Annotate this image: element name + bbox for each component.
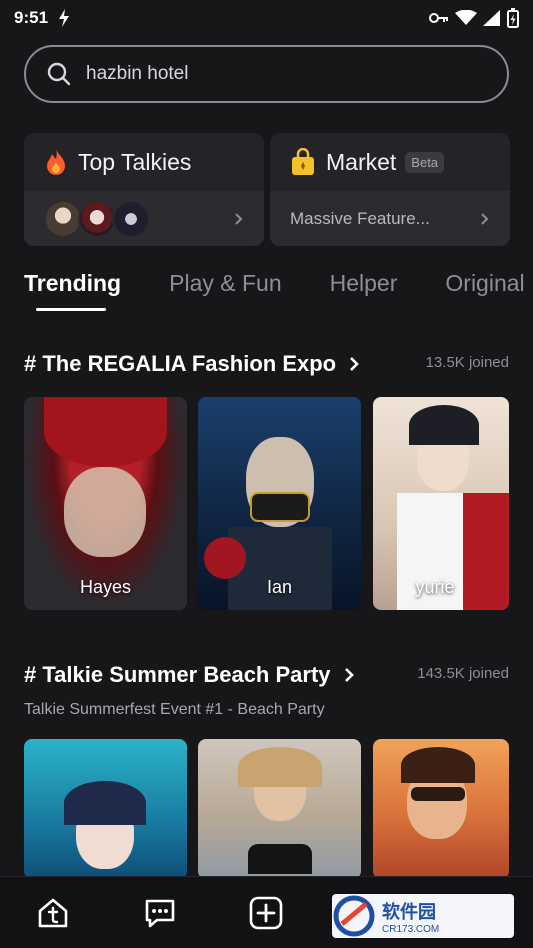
character-face xyxy=(64,467,146,557)
section-subtitle: Talkie Summerfest Event #1 - Beach Party xyxy=(24,701,325,718)
battery-icon xyxy=(507,8,519,28)
tab-trending[interactable]: Trending xyxy=(24,270,121,297)
chat-icon[interactable] xyxy=(142,895,178,931)
status-time: 9:51 xyxy=(14,8,49,27)
tab-helper[interactable]: Helper xyxy=(330,270,398,297)
chevron-right-icon xyxy=(350,357,359,371)
create-icon[interactable] xyxy=(248,895,284,931)
section-title-text: # Talkie Summer Beach Party xyxy=(24,662,331,687)
wifi-icon xyxy=(455,10,477,25)
character-hair xyxy=(44,397,167,467)
section-title[interactable]: # The REGALIA Fashion Expo xyxy=(24,351,360,377)
character-card-yurie[interactable]: yurie xyxy=(373,397,509,610)
market-card[interactable]: Market Beta Massive Feature... xyxy=(270,133,510,246)
avatar xyxy=(78,199,116,238)
character-name: yurie xyxy=(415,577,455,597)
character-name: Hayes xyxy=(79,577,132,597)
shopping-bag-icon xyxy=(292,148,314,175)
section-title[interactable]: # Talkie Summer Beach Party xyxy=(24,662,355,688)
character-card-sunset[interactable] xyxy=(373,739,509,879)
home-icon[interactable] xyxy=(35,895,71,931)
joined-count: 13.5K joined xyxy=(425,354,509,371)
watermark-icon xyxy=(333,895,375,937)
top-talkies-title: Top Talkies xyxy=(78,148,192,175)
fire-icon xyxy=(47,149,65,175)
chevron-right-icon xyxy=(481,212,489,225)
character-card-mermaid[interactable] xyxy=(24,739,187,879)
tab-original[interactable]: Original xyxy=(445,270,524,297)
data-saver-icon xyxy=(59,9,70,27)
character-hair xyxy=(401,747,475,783)
signal-icon xyxy=(483,10,500,26)
watermark-subtext: CR173.COM xyxy=(382,923,440,935)
category-tabs: Trending Play & Fun Helper Original xyxy=(24,270,533,297)
search-bar[interactable]: hazbin hotel xyxy=(24,45,509,103)
top-talkies-card[interactable]: Top Talkies xyxy=(24,133,264,246)
market-subtitle: Massive Feature... xyxy=(290,208,430,228)
character-name: Ian xyxy=(266,577,293,597)
watermark-text: 软件园 xyxy=(382,901,436,922)
avatar-stack xyxy=(44,199,150,238)
section-title-text: # The REGALIA Fashion Expo xyxy=(24,351,337,376)
character-card-hayes[interactable]: Hayes xyxy=(24,397,187,610)
rose-decoration xyxy=(204,537,246,579)
joined-count: 143.5K joined xyxy=(417,665,509,682)
character-mask xyxy=(250,492,310,522)
chevron-right-icon xyxy=(344,668,354,682)
character-hair xyxy=(238,747,322,787)
watermark-logo: 软件园 CR173.COM xyxy=(332,894,514,938)
search-input[interactable]: hazbin hotel xyxy=(86,63,188,85)
status-bar: 9:51 xyxy=(0,0,533,36)
active-tab-indicator xyxy=(36,308,106,311)
avatar xyxy=(112,199,150,238)
avatar xyxy=(44,199,82,238)
tab-play-fun[interactable]: Play & Fun xyxy=(169,270,282,297)
character-card-ian[interactable]: Ian xyxy=(198,397,361,610)
search-icon xyxy=(47,62,71,86)
character-sunglasses xyxy=(411,787,465,801)
character-top xyxy=(248,844,312,874)
beta-badge: Beta xyxy=(405,151,445,173)
market-title: Market xyxy=(326,148,397,175)
character-hair xyxy=(409,405,479,445)
chevron-right-icon xyxy=(235,212,243,225)
key-icon xyxy=(429,13,448,23)
character-card-beach[interactable] xyxy=(198,739,361,879)
character-hair xyxy=(64,781,146,825)
